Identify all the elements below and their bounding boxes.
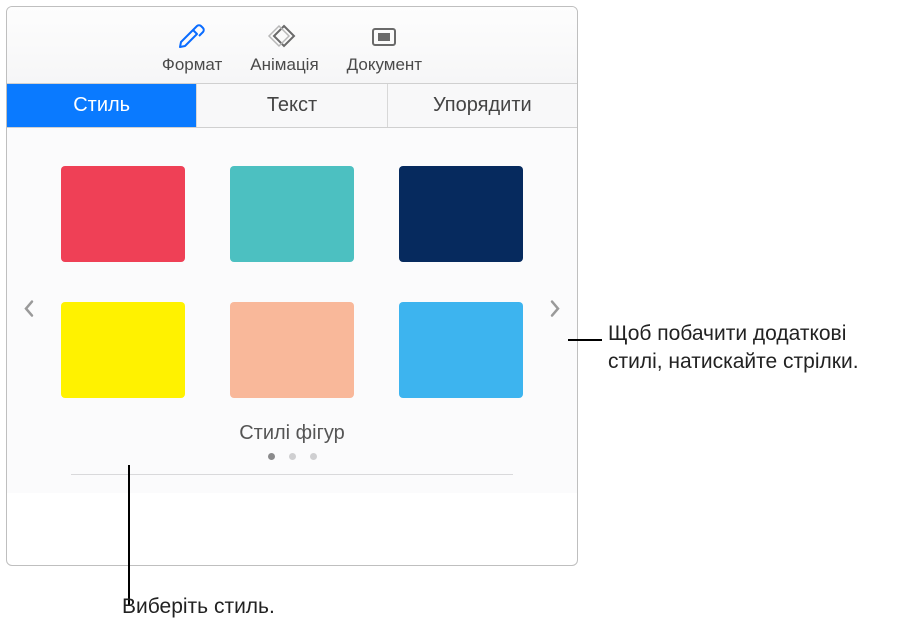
page-dot-2[interactable] (310, 453, 317, 460)
style-swatch-0[interactable] (61, 166, 185, 262)
style-swatch-3[interactable] (61, 302, 185, 398)
page-dot-1[interactable] (289, 453, 296, 460)
toolbar-animation[interactable]: Анімація (250, 21, 318, 75)
styles-next-arrow[interactable] (543, 296, 567, 320)
inspector-panel: Формат Анімація Документ Стиль Текст (6, 6, 578, 566)
tab-text[interactable]: Текст (197, 84, 387, 127)
document-icon (366, 21, 402, 51)
callout-arrows: Щоб побачити додаткові стилі, натискайте… (608, 320, 888, 377)
page-dot-0[interactable] (268, 453, 275, 460)
style-swatch-4[interactable] (230, 302, 354, 398)
shape-styles-area: Стилі фігур (7, 128, 577, 493)
animation-icon (266, 21, 302, 51)
toolbar-format-label: Формат (162, 55, 222, 75)
format-icon (174, 21, 210, 51)
toolbar: Формат Анімація Документ (7, 7, 577, 84)
tab-arrange[interactable]: Упорядити (388, 84, 577, 127)
styles-prev-arrow[interactable] (17, 296, 41, 320)
callout-select-style: Виберіть стиль. (122, 593, 275, 621)
style-swatch-1[interactable] (230, 166, 354, 262)
callout-line-right (568, 339, 602, 341)
style-swatch-5[interactable] (399, 302, 523, 398)
toolbar-document[interactable]: Документ (347, 21, 422, 75)
toolbar-format[interactable]: Формат (162, 21, 222, 75)
toolbar-document-label: Документ (347, 55, 422, 75)
tabs: Стиль Текст Упорядити (7, 84, 577, 128)
divider (71, 474, 513, 475)
callout-line-bottom (128, 465, 130, 605)
style-swatch-2[interactable] (399, 166, 523, 262)
tab-style[interactable]: Стиль (7, 84, 197, 127)
toolbar-animation-label: Анімація (250, 55, 318, 75)
style-swatch-grid (59, 166, 525, 398)
pagination-dots (59, 453, 525, 460)
shape-styles-label: Стилі фігур (59, 422, 525, 445)
